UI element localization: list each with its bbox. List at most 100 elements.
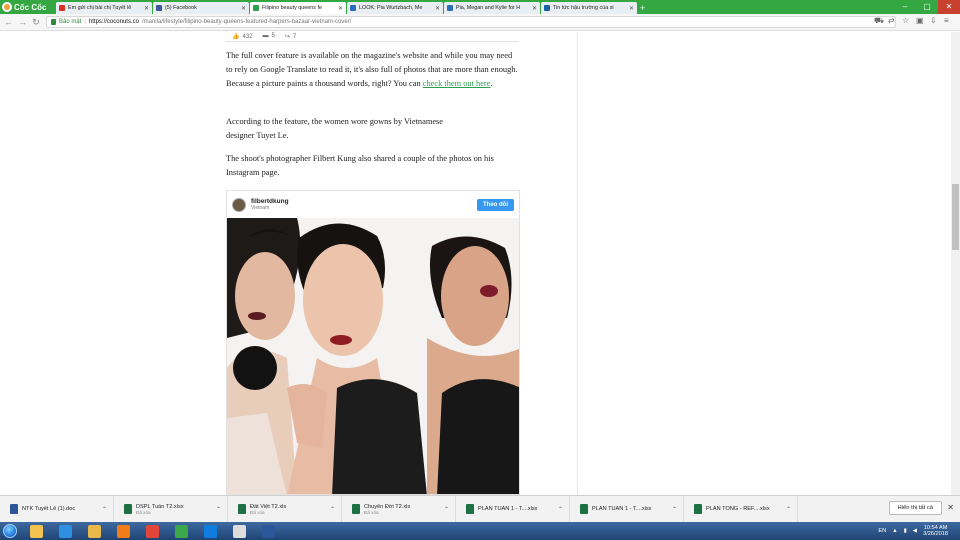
cart-icon[interactable]: ⛟ — [874, 16, 884, 26]
menu-icon[interactable]: ≡ — [944, 16, 952, 26]
extension-icon[interactable]: ▣ — [916, 16, 924, 26]
windows-logo-icon — [3, 524, 17, 538]
browser-tab[interactable]: LOOK: Pia Wurtzbach, Me ✕ — [347, 2, 443, 14]
avatar[interactable] — [232, 197, 246, 212]
windows-taskbar: EN ▲ ▮ ◀ 10:54 AM 3/26/2018 — [0, 522, 960, 540]
close-tab-icon[interactable]: ✕ — [532, 5, 537, 12]
download-item[interactable]: PLAN TUẦN 1 - T....xlsx ⌃ — [570, 495, 684, 523]
app-icon — [232, 524, 246, 538]
start-button[interactable] — [0, 522, 20, 540]
close-tab-icon[interactable]: ✕ — [629, 5, 634, 12]
download-icon[interactable]: ⇩ — [930, 16, 938, 26]
taskbar-app[interactable] — [23, 523, 49, 539]
photo-illustration — [227, 218, 519, 494]
language-indicator[interactable]: EN — [878, 528, 886, 534]
tab-title: LOOK: Pia Wurtzbach, Me — [359, 5, 423, 11]
like-icon: 👍 — [232, 34, 240, 40]
paragraph-1-end: . — [490, 79, 493, 88]
secure-label: Bảo mật — [59, 19, 82, 25]
browser-tab[interactable]: Em gửi chị bài chị Tuyết lê ✕ — [56, 2, 152, 14]
taskbar-app[interactable] — [197, 523, 223, 539]
network-icon[interactable]: ▮ — [904, 528, 907, 534]
reload-icon[interactable]: ↻ — [32, 17, 40, 28]
browser-tab[interactable]: Filipino beauty queens fe ✕ — [250, 2, 346, 14]
zalo-icon — [203, 524, 217, 538]
download-item[interactable]: PLAN TỔNG - REF....xlsx ⌃ — [684, 495, 798, 523]
taskbar-app[interactable] — [110, 523, 136, 539]
page-content: 👍 432 ▬ 5 ↪ 7 The full cover feature is ava… — [0, 32, 960, 495]
instagram-location[interactable]: Vietnam — [251, 205, 289, 211]
close-downloads-icon[interactable]: ✕ — [947, 503, 954, 512]
show-all-downloads-button[interactable]: Hiển thị tất cả — [888, 501, 942, 515]
close-tab-icon[interactable]: ✕ — [241, 5, 246, 12]
chevron-up-icon[interactable]: ⌃ — [444, 506, 449, 513]
chevron-up-icon[interactable]: ⌃ — [786, 506, 791, 513]
check-them-out-link[interactable]: check them out here — [423, 79, 491, 88]
taskbar-app[interactable] — [255, 523, 281, 539]
taskbar-app[interactable] — [168, 523, 194, 539]
site-icon — [447, 5, 453, 11]
scrollbar-thumb[interactable] — [952, 184, 959, 250]
browser-brand[interactable]: Cốc Cốc — [0, 0, 56, 14]
instagram-photo[interactable] — [227, 218, 519, 494]
close-tab-icon[interactable]: ✕ — [435, 5, 440, 12]
download-filename: PLAN TỔNG - REF....xlsx — [706, 506, 770, 512]
browser-tab[interactable]: Tin tức hậu trường của si ✕ — [541, 2, 637, 14]
article-paragraph-2: According to the feature, the women wore… — [226, 115, 526, 143]
system-clock[interactable]: 10:54 AM 3/26/2018 — [923, 525, 948, 537]
chevron-up-icon[interactable]: ⌃ — [330, 506, 335, 513]
tab-title: Filipino beauty queens fe — [262, 5, 322, 11]
close-window-button[interactable]: ✕ — [938, 0, 960, 14]
chevron-up-icon[interactable]: ⌃ — [102, 506, 107, 513]
file-icon — [466, 504, 474, 514]
ie-icon — [58, 524, 72, 538]
follow-button[interactable]: Theo dõi — [477, 198, 514, 211]
tab-title: Tin tức hậu trường của si — [553, 5, 614, 11]
download-item[interactable]: Đất Việt T2.xls Đã xóa ⌃ — [228, 495, 342, 523]
chevron-up-icon[interactable]: ⌃ — [672, 506, 677, 513]
close-tab-icon[interactable]: ✕ — [338, 5, 343, 12]
taskbar-app[interactable] — [139, 523, 165, 539]
chevron-up-icon[interactable]: ⌃ — [216, 506, 221, 513]
comments-count[interactable]: ▬ 5 — [263, 33, 275, 40]
shares-count[interactable]: ↪ 7 — [285, 33, 296, 40]
download-text: PLAN TỔNG - REF....xlsx — [706, 506, 782, 512]
instagram-username[interactable]: filbertdkung — [251, 198, 289, 205]
download-item[interactable]: NTK Tuyết Lê (1).doc ⌃ — [0, 495, 114, 523]
folder-icon — [87, 524, 101, 538]
volume-icon[interactable]: ◀ — [913, 528, 917, 534]
forward-icon[interactable]: → — [18, 17, 27, 27]
instagram-embed: filbertdkung Vietnam Theo dõi — [226, 190, 520, 495]
browser-tab-bar: Cốc Cốc Em gửi chị bài chị Tuyết lê ✕ (5) … — [0, 0, 960, 14]
file-icon — [352, 504, 360, 514]
likes-count[interactable]: 👍 432 — [232, 33, 253, 40]
minimize-button[interactable]: – — [894, 0, 916, 14]
bookmark-star-icon[interactable]: ☆ — [902, 16, 910, 26]
translate-icon[interactable]: ⇄ — [888, 16, 896, 26]
taskbar-app[interactable] — [52, 523, 78, 539]
new-tab-button[interactable]: + — [640, 3, 650, 13]
maximize-button[interactable]: ▢ — [916, 0, 938, 14]
coccoc-logo-icon — [2, 2, 12, 12]
back-icon[interactable]: ← — [4, 17, 13, 27]
taskbar-app[interactable] — [81, 523, 107, 539]
page-scrollbar[interactable] — [951, 32, 960, 495]
download-status: Đã xóa — [364, 509, 379, 515]
browser-tab[interactable]: Pia, Megan and Kylie for H ✕ — [444, 2, 540, 14]
chevron-up-icon[interactable]: ⌃ — [558, 506, 563, 513]
download-item[interactable]: PLAN TUẦN 1 - T....xlsx ⌃ — [456, 495, 570, 523]
content-divider — [577, 32, 578, 495]
share-icon: ↪ — [284, 34, 290, 40]
paragraph-2-line-2: designer Tuyet Le. — [226, 131, 289, 140]
close-tab-icon[interactable]: ✕ — [144, 5, 149, 12]
download-item[interactable]: Chuyên Đời T2.xls Đã xóa ⌃ — [342, 495, 456, 523]
browser-tab[interactable]: (5) Facebook ✕ — [153, 2, 249, 14]
tray-arrow-icon[interactable]: ▲ — [892, 528, 898, 534]
explorer-icon — [29, 524, 43, 538]
article-paragraph-1: The full cover feature is available on t… — [226, 49, 520, 91]
address-bar[interactable]: Bảo mật | https://coconuts.co/manila/lif… — [46, 16, 896, 28]
download-item[interactable]: DSPL Tuần T2.xlsx Đã xóa ⌃ — [114, 495, 228, 523]
taskbar-app[interactable] — [226, 523, 252, 539]
system-tray: EN ▲ ▮ ◀ 10:54 AM 3/26/2018 — [878, 522, 948, 540]
file-icon — [124, 504, 132, 514]
